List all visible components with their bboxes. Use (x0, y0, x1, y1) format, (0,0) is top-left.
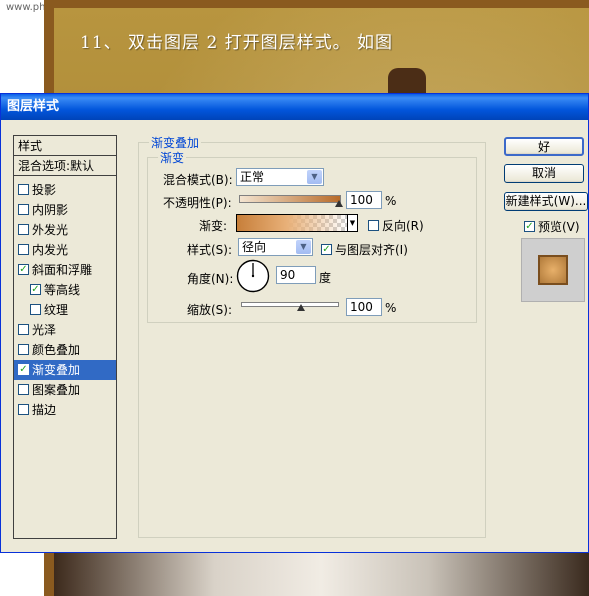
style-item-checkbox[interactable]: ✓ (18, 364, 29, 375)
style-item-label: 等高线 (44, 283, 81, 297)
style-item-checkbox[interactable] (18, 244, 29, 255)
style-item[interactable]: 光泽 (14, 320, 116, 340)
blend-options-item[interactable]: 混合选项:默认 (14, 156, 116, 176)
style-item-checkbox[interactable] (18, 204, 29, 215)
style-select[interactable]: 径向 ▼ (238, 238, 313, 256)
styles-header[interactable]: 样式 (14, 136, 116, 156)
style-item-label: 斜面和浮雕 (32, 263, 93, 277)
dialog-title[interactable]: 图层样式 (1, 94, 588, 120)
scale-unit: % (385, 301, 397, 315)
blend-mode-select[interactable]: 正常 ▼ (236, 168, 324, 186)
preview-checkbox-box[interactable]: ✓ (524, 221, 535, 232)
style-item[interactable]: 投影 (14, 180, 116, 200)
style-value: 径向 (242, 240, 267, 254)
style-item-checkbox[interactable] (18, 344, 29, 355)
angle-dial-icon[interactable] (236, 259, 270, 293)
preview-swatch (538, 255, 568, 285)
preview-checkbox[interactable]: ✓ 预览(V) (524, 218, 580, 235)
chevron-down-icon: ▼ (307, 170, 322, 184)
style-item-checkbox[interactable] (18, 404, 29, 415)
opacity-gradient-bar (239, 195, 341, 203)
style-item-label: 内阴影 (32, 203, 69, 217)
scale-input[interactable]: 100 (346, 298, 382, 316)
chevron-down-icon: ▼ (296, 240, 311, 254)
style-item-label: 光泽 (32, 323, 57, 337)
reverse-label: 反向(R) (382, 219, 424, 233)
style-item-label: 内发光 (32, 243, 69, 257)
scale-slider-track[interactable] (241, 302, 339, 307)
style-item[interactable]: ✓ 等高线 (14, 280, 116, 300)
style-item[interactable]: 内阴影 (14, 200, 116, 220)
style-item[interactable]: 纹理 (14, 300, 116, 320)
style-item-label: 纹理 (44, 303, 69, 317)
style-label: 样式(S): (187, 243, 233, 257)
align-with-layer-checkbox[interactable]: ✓ 与图层对齐(I) (321, 241, 408, 258)
instruction-text: 11、 双击图层 2 打开图层样式。 如图 (80, 33, 394, 53)
style-item-checkbox[interactable] (18, 224, 29, 235)
ok-button[interactable]: 好 (504, 137, 584, 156)
reverse-checkbox[interactable]: 反向(R) (368, 217, 424, 234)
style-item-label: 颜色叠加 (32, 343, 81, 357)
style-item[interactable]: 图案叠加 (14, 380, 116, 400)
cancel-button[interactable]: 取消 (504, 164, 584, 183)
opacity-slider-thumb[interactable] (335, 200, 343, 207)
opacity-unit: % (385, 194, 397, 208)
style-item[interactable]: 外发光 (14, 220, 116, 240)
gradient-subgroup-title: 渐变 (158, 149, 187, 166)
angle-input[interactable]: 90 (276, 266, 316, 284)
gradient-label: 渐变: (199, 219, 228, 233)
align-checkbox-box[interactable]: ✓ (321, 244, 332, 255)
reverse-checkbox-box[interactable] (368, 220, 379, 231)
style-item-checkbox[interactable] (18, 384, 29, 395)
angle-label: 角度(N): (187, 272, 234, 286)
style-item-checkbox[interactable] (30, 304, 41, 315)
align-label: 与图层对齐(I) (335, 243, 408, 257)
scale-label: 缩放(S): (187, 303, 233, 317)
style-item-checkbox[interactable]: ✓ (18, 264, 29, 275)
styles-list: 样式 混合选项:默认 投影 内阴影 外发光 内发光 ✓ 斜面和浮雕 ✓ 等高线 纹理 光泽 颜色叠加… (13, 135, 117, 539)
gradient-picker[interactable] (236, 214, 348, 232)
layer-style-dialog: 图层样式 样式 混合选项:默认 投影 内阴影 外发光 内发光 ✓ 斜面和浮雕 ✓ 等高线 纹理光… (0, 93, 589, 553)
style-item[interactable]: ✓ 斜面和浮雕 (14, 260, 116, 280)
new-style-button[interactable]: 新建样式(W)... (504, 192, 588, 211)
style-item-checkbox[interactable] (18, 324, 29, 335)
scale-slider-thumb[interactable] (297, 304, 306, 311)
style-item-label: 外发光 (32, 223, 69, 237)
angle-unit: 度 (319, 271, 332, 285)
blend-mode-label: 混合模式(B): (163, 173, 233, 187)
style-item-checkbox[interactable]: ✓ (30, 284, 41, 295)
style-item[interactable]: 描边 (14, 400, 116, 420)
style-item-checkbox[interactable] (18, 184, 29, 195)
style-item[interactable]: 内发光 (14, 240, 116, 260)
preview-label: 预览(V) (538, 220, 580, 234)
style-item-label: 渐变叠加 (32, 363, 81, 377)
style-item-label: 描边 (32, 403, 57, 417)
blend-mode-value: 正常 (240, 170, 265, 184)
artwork-bottom (54, 552, 589, 596)
style-item[interactable]: ✓ 渐变叠加 (14, 360, 116, 380)
opacity-input[interactable]: 100 (346, 191, 382, 209)
style-item[interactable]: 颜色叠加 (14, 340, 116, 360)
gradient-dropdown-button[interactable]: ▼ (348, 214, 358, 232)
opacity-label: 不透明性(P): (163, 196, 232, 210)
preview-thumbnail (521, 238, 585, 302)
style-item-label: 投影 (32, 183, 57, 197)
style-item-label: 图案叠加 (32, 383, 81, 397)
